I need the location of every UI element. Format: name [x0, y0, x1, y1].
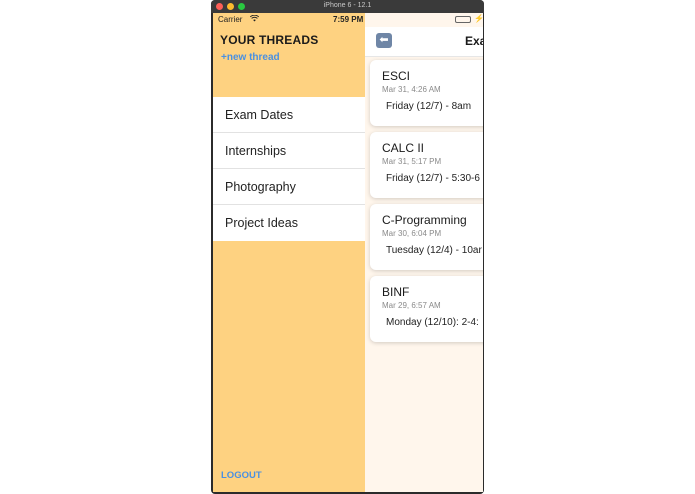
logout-button[interactable]: LOGOUT [221, 470, 262, 481]
note-card[interactable]: C-Programming Mar 30, 6:04 PM Tuesday (1… [370, 204, 483, 270]
thread-item-label: Project Ideas [225, 216, 298, 230]
wifi-icon [249, 14, 260, 24]
status-bar: Carrier 7:59 PM ⚡ [213, 13, 483, 27]
charging-icon: ⚡ [474, 14, 483, 23]
simulator-titlebar: iPhone 6 - 12.1 [211, 0, 484, 13]
thread-item-photography[interactable]: Photography [213, 169, 365, 205]
note-date: Mar 29, 6:57 AM [382, 301, 441, 310]
thread-item-internships[interactable]: Internships [213, 133, 365, 169]
note-title: BINF [382, 285, 410, 299]
note-date: Mar 31, 5:17 PM [382, 157, 442, 166]
back-arrow-icon: ⬅ [379, 34, 389, 46]
note-card[interactable]: ESCI Mar 31, 4:26 AM Friday (12/7) - 8am [370, 60, 483, 126]
back-button[interactable]: ⬅ [376, 33, 392, 48]
detail-header: ⬅ Exa [365, 27, 483, 57]
thread-item-label: Internships [225, 143, 287, 158]
note-body: Friday (12/7) - 5:30-6 [386, 173, 480, 184]
note-date: Mar 30, 6:04 PM [382, 229, 442, 238]
note-title: ESCI [382, 69, 411, 83]
simulator-window: iPhone 6 - 12.1 Carrier 7:59 PM ⚡ ⬅ Exa … [211, 0, 484, 494]
thread-detail-panel: ⬅ Exa ESCI Mar 31, 4:26 AM Friday (12/7)… [365, 13, 483, 492]
note-body: Monday (12/10): 2-4: [386, 317, 479, 328]
note-card[interactable]: BINF Mar 29, 6:57 AM Monday (12/10): 2-4… [370, 276, 483, 342]
carrier-label: Carrier [218, 15, 243, 24]
note-title: C-Programming [382, 213, 467, 227]
new-thread-button[interactable]: +new thread [221, 52, 280, 63]
note-date: Mar 31, 4:26 AM [382, 85, 441, 94]
thread-item-project-ideas[interactable]: Project Ideas [213, 205, 365, 241]
simulator-title: iPhone 6 - 12.1 [323, 2, 372, 9]
battery-icon [455, 16, 471, 23]
threads-sidebar: YOUR THREADS +new thread Exam Dates Inte… [213, 13, 365, 492]
thread-list: Exam Dates Internships Photography Proje… [213, 97, 365, 241]
detail-title: Exa [465, 34, 483, 48]
note-body: Tuesday (12/4) - 10ar [386, 245, 482, 256]
thread-item-label: Photography [225, 179, 296, 194]
phone-screen: Carrier 7:59 PM ⚡ ⬅ Exa ESCI Mar 31, 4:2… [213, 13, 483, 492]
note-body: Friday (12/7) - 8am [386, 101, 472, 112]
note-title: CALC II [382, 141, 425, 155]
thread-item-exam-dates[interactable]: Exam Dates [213, 97, 365, 133]
thread-item-label: Exam Dates [225, 107, 294, 122]
sidebar-title: YOUR THREADS [220, 33, 319, 47]
status-time: 7:59 PM [333, 15, 364, 24]
note-card[interactable]: CALC II Mar 31, 5:17 PM Friday (12/7) - … [370, 132, 483, 198]
